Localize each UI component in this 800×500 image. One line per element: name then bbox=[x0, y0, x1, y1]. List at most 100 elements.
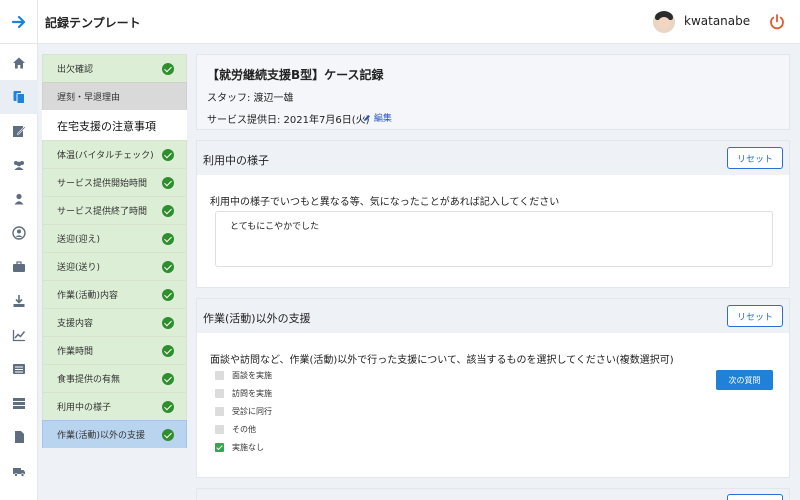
rail-home[interactable] bbox=[0, 46, 38, 80]
step-item[interactable]: 送迎(送り) bbox=[42, 252, 187, 280]
record-title: 【就労継続支援B型】ケース記録 bbox=[207, 68, 384, 82]
step-item-current[interactable]: 作業(活動)以外の支援 bbox=[42, 420, 187, 448]
support-reset-button[interactable]: リセット bbox=[727, 305, 783, 327]
icon-rail bbox=[0, 44, 38, 500]
rail-truck[interactable] bbox=[0, 454, 38, 488]
checkbox-icon[interactable] bbox=[215, 425, 224, 434]
check-circle-icon bbox=[162, 289, 174, 301]
usage-section-header: 利用中の様子 リセット bbox=[197, 141, 789, 175]
avatar-face bbox=[658, 17, 670, 29]
checkbox-checked-icon[interactable] bbox=[215, 443, 224, 452]
step-item[interactable]: 利用中の様子 bbox=[42, 392, 187, 420]
checkbox-icon[interactable] bbox=[215, 389, 224, 398]
sidebar-toggle-button[interactable] bbox=[0, 0, 38, 44]
step-label: 在宅支援の注意事項 bbox=[57, 119, 156, 133]
power-icon[interactable] bbox=[768, 13, 786, 31]
step-item[interactable]: 作業時間 bbox=[42, 336, 187, 364]
arrow-right-icon bbox=[11, 15, 25, 29]
check-circle-icon bbox=[162, 261, 174, 273]
check-circle-icon bbox=[162, 149, 174, 161]
table-icon bbox=[13, 398, 25, 409]
briefcase-icon bbox=[13, 261, 25, 272]
option-label: 受診に同行 bbox=[232, 407, 272, 416]
avatar[interactable] bbox=[653, 11, 675, 33]
usage-section: 利用中の様子 リセット 利用中の様子でいつもと異なる等、気になったことがあれば記… bbox=[196, 140, 790, 288]
check-circle-icon bbox=[162, 177, 174, 189]
support-option[interactable]: 受診に同行 bbox=[215, 406, 272, 417]
step-item[interactable]: 遅刻・早退理由 bbox=[42, 82, 187, 110]
record-staff: スタッフ: 渡辺一雄 bbox=[207, 93, 294, 104]
step-label: 送迎(送り) bbox=[57, 263, 101, 273]
rail-briefcase[interactable] bbox=[0, 250, 38, 284]
step-label: 作業(活動)内容 bbox=[57, 291, 119, 301]
edit-record-icon bbox=[13, 126, 26, 137]
rail-file[interactable] bbox=[0, 420, 38, 454]
support-section-header: 作業(活動)以外の支援 リセット bbox=[197, 299, 789, 333]
checkbox-icon[interactable] bbox=[215, 371, 224, 380]
check-circle-icon bbox=[162, 401, 174, 413]
next-section-partial bbox=[196, 488, 790, 500]
rail-documents[interactable] bbox=[0, 80, 38, 114]
step-item[interactable]: 作業(活動)内容 bbox=[42, 280, 187, 308]
rail-chart[interactable] bbox=[0, 318, 38, 352]
step-label: サービス提供終了時間 bbox=[57, 207, 148, 217]
rail-edit-record[interactable] bbox=[0, 114, 38, 148]
users-icon bbox=[14, 161, 24, 170]
file-icon bbox=[15, 431, 24, 443]
option-label: 訪問を実施 bbox=[232, 389, 272, 398]
next-question-button[interactable]: 次の質問 bbox=[716, 370, 773, 390]
step-item[interactable]: 出欠確認 bbox=[42, 54, 187, 82]
user-icon bbox=[14, 193, 24, 205]
download-icon bbox=[13, 295, 25, 307]
check-circle-icon bbox=[162, 373, 174, 385]
usage-answer-textarea[interactable]: とてもにこやかでした bbox=[215, 211, 773, 267]
rail-table[interactable] bbox=[0, 386, 38, 420]
pencil-icon bbox=[364, 115, 370, 121]
rail-user-circle[interactable] bbox=[0, 216, 38, 250]
step-item[interactable]: 食事提供の有無 bbox=[42, 364, 187, 392]
option-label: その他 bbox=[232, 425, 256, 434]
documents-icon bbox=[13, 91, 25, 104]
option-label: 面談を実施 bbox=[232, 371, 272, 380]
support-section-title: 作業(活動)以外の支援 bbox=[203, 312, 311, 325]
step-label: サービス提供開始時間 bbox=[57, 179, 148, 189]
support-option[interactable]: 面談を実施 bbox=[215, 370, 272, 381]
username[interactable]: kwatanabe bbox=[684, 14, 750, 28]
step-label: 作業時間 bbox=[57, 347, 94, 357]
step-item[interactable]: 支援内容 bbox=[42, 308, 187, 336]
support-option[interactable]: 訪問を実施 bbox=[215, 388, 272, 399]
step-item[interactable]: 体温(バイタルチェック) bbox=[42, 140, 187, 168]
option-label: 実施なし bbox=[232, 443, 264, 452]
home-icon bbox=[13, 57, 25, 69]
truck-icon bbox=[13, 468, 25, 477]
rail-users[interactable] bbox=[0, 148, 38, 182]
rail-user[interactable] bbox=[0, 182, 38, 216]
step-section-heading: 在宅支援の注意事項 bbox=[42, 110, 187, 140]
support-option[interactable]: その他 bbox=[215, 424, 256, 435]
step-label: 利用中の様子 bbox=[57, 403, 112, 413]
check-circle-icon bbox=[162, 317, 174, 329]
list-icon bbox=[13, 364, 25, 374]
step-label: 出欠確認 bbox=[57, 65, 94, 75]
step-item[interactable]: サービス提供開始時間 bbox=[42, 168, 187, 196]
record-header: 【就労継続支援B型】ケース記録 スタッフ: 渡辺一雄 サービス提供日: 2021… bbox=[196, 54, 790, 130]
step-item[interactable]: サービス提供終了時間 bbox=[42, 196, 187, 224]
usage-reset-button[interactable]: リセット bbox=[727, 147, 783, 169]
support-section: 作業(活動)以外の支援 リセット 面談や訪問など、作業(活動)以外で行った支援に… bbox=[196, 298, 790, 478]
check-circle-icon bbox=[162, 233, 174, 245]
record-date: サービス提供日: 2021年7月6日(火) bbox=[207, 115, 370, 126]
usage-section-title: 利用中の様子 bbox=[203, 154, 269, 167]
step-label: 食事提供の有無 bbox=[57, 375, 121, 385]
support-option[interactable]: 実施なし bbox=[215, 442, 264, 453]
step-label: 送迎(迎え) bbox=[57, 235, 101, 245]
edit-date-link[interactable]: 編集 bbox=[363, 111, 392, 124]
step-label: 作業(活動)以外の支援 bbox=[57, 431, 146, 441]
next-section-reset-button[interactable] bbox=[727, 494, 783, 500]
step-list: 出欠確認 遅刻・早退理由 在宅支援の注意事項 体温(バイタルチェック) サービス… bbox=[42, 54, 187, 448]
edit-label: 編集 bbox=[373, 114, 392, 124]
checkbox-icon[interactable] bbox=[215, 407, 224, 416]
rail-list[interactable] bbox=[0, 352, 38, 386]
step-label: 支援内容 bbox=[57, 319, 94, 329]
step-item[interactable]: 送迎(迎え) bbox=[42, 224, 187, 252]
rail-download[interactable] bbox=[0, 284, 38, 318]
